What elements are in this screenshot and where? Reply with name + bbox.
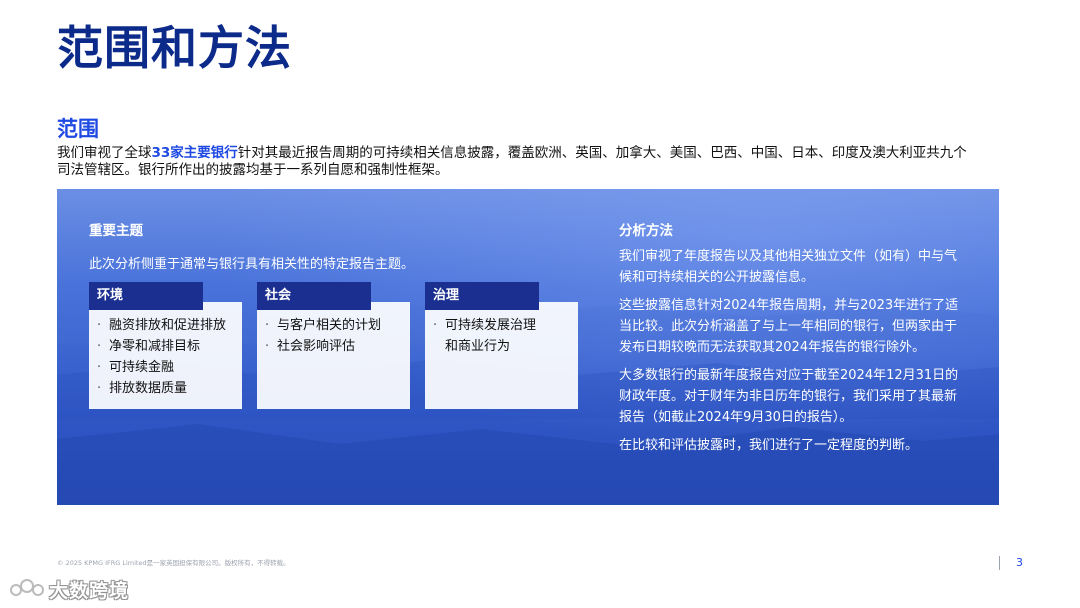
list-item: 和商业行为 bbox=[445, 339, 511, 354]
scope-text-before: 我们审视了全球 bbox=[57, 145, 152, 161]
methodology-paragraph: 大多数银行的最新年度报告对应于截至2024年12月31日的财政年度。对于财年为非… bbox=[619, 368, 959, 425]
key-topics-heading: 重要主题 bbox=[89, 223, 143, 239]
category-list: · 与客户相关的计划 · 社会影响评估 bbox=[257, 302, 410, 357]
list-item: · 净零和减排目标 bbox=[97, 339, 201, 354]
category-list: · 可持续发展治理 和商业行为 bbox=[425, 302, 578, 357]
watermark-text: 大数跨境 bbox=[49, 579, 130, 602]
list-item: · 与客户相关的计划 bbox=[265, 318, 382, 333]
watermark: 大数跨境 bbox=[9, 575, 129, 603]
watermark-logo-icon bbox=[10, 579, 44, 596]
list-item: · 融资排放和促进排放 bbox=[97, 318, 227, 333]
copyright-note: © 2025 KPMG IFRG Limited是一家英国担保有限公司。版权所有… bbox=[57, 559, 290, 567]
page-number-divider bbox=[999, 556, 1000, 570]
category-card-environment: 环境 · 融资排放和促进排放 · 净零和减排目标 · 可持续金融 · 排放数据质量 bbox=[89, 282, 242, 409]
list-item: · 排放数据质量 bbox=[97, 381, 188, 396]
key-topics-section: 重要主题 此次分析侧重于通常与银行具有相关性的特定报告主题。 bbox=[89, 219, 589, 272]
list-item: · 可持续发展治理 bbox=[433, 318, 537, 333]
methodology-section: 分析方法 我们审视了年度报告以及其他相关独立文件（如有）中与气候和可持续相关的公… bbox=[619, 219, 969, 456]
page-number: 3 bbox=[1016, 556, 1023, 569]
page-title: 范围和方法 bbox=[57, 21, 292, 75]
category-card-social: 社会 · 与客户相关的计划 · 社会影响评估 bbox=[257, 282, 410, 409]
scope-highlight: 33家主要银行 bbox=[151, 145, 238, 161]
category-tab: 社会 bbox=[257, 282, 371, 310]
methodology-heading: 分析方法 bbox=[619, 223, 673, 239]
category-tab: 环境 bbox=[89, 282, 203, 310]
methodology-paragraph: 这些披露信息针对2024年报告周期，并与2023年进行了适当比较。此次分析涵盖了… bbox=[619, 298, 959, 355]
content-panel: 重要主题 此次分析侧重于通常与银行具有相关性的特定报告主题。 环境 · 融资排放和… bbox=[57, 189, 999, 505]
scope-text: 我们审视了全球33家主要银行针对其最近报告周期的可持续相关信息披露，覆盖欧洲、英… bbox=[57, 145, 967, 179]
list-item: · 可持续金融 bbox=[97, 360, 175, 375]
category-card-governance: 治理 · 可持续发展治理 和商业行为 bbox=[425, 282, 578, 409]
scope-heading: 范围 bbox=[57, 117, 99, 141]
category-tab: 治理 bbox=[425, 282, 539, 310]
key-topics-description: 此次分析侧重于通常与银行具有相关性的特定报告主题。 bbox=[89, 257, 415, 272]
methodology-paragraph: 我们审视了年度报告以及其他相关独立文件（如有）中与气候和可持续相关的公开披露信息… bbox=[619, 249, 958, 285]
methodology-paragraph: 在比较和评估披露时，我们进行了一定程度的判断。 bbox=[619, 438, 919, 453]
category-list: · 融资排放和促进排放 · 净零和减排目标 · 可持续金融 · 排放数据质量 bbox=[89, 302, 242, 399]
list-item: · 社会影响评估 bbox=[265, 339, 356, 354]
